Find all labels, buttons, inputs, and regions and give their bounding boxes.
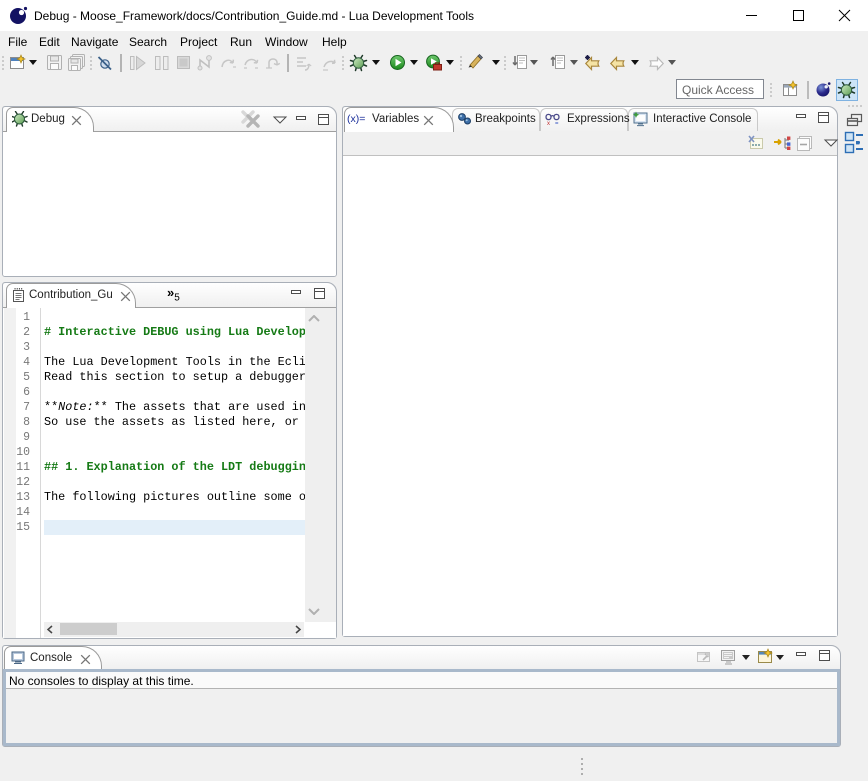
svg-text:x: x [547,121,550,126]
svg-text:=: = [555,121,559,126]
